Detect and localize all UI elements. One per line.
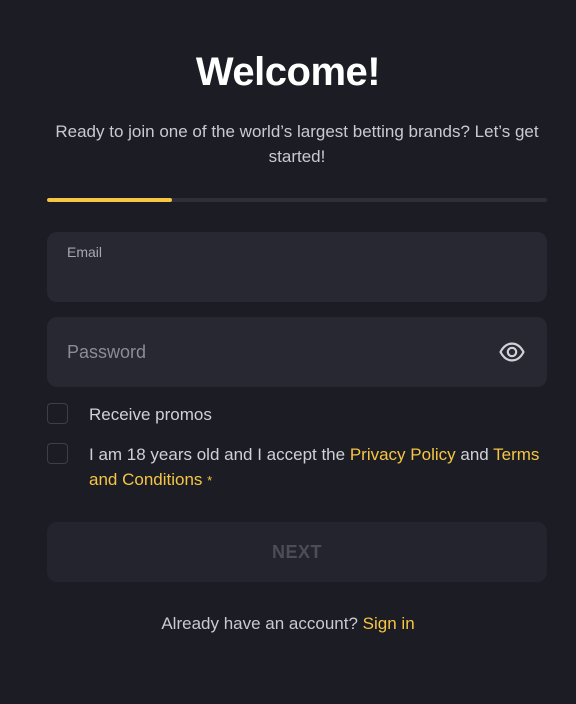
signin-link[interactable]: Sign in: [363, 614, 415, 633]
required-mark: *: [207, 473, 213, 488]
email-label: Email: [67, 244, 103, 260]
progress-bar: [47, 198, 547, 202]
progress-bar-fill: [47, 198, 172, 202]
signin-prompt: Already have an account? Sign in: [0, 614, 576, 634]
page-title: Welcome!: [195, 50, 381, 94]
privacy-policy-link[interactable]: Privacy Policy: [350, 445, 456, 464]
email-input[interactable]: [67, 266, 487, 290]
promos-row: Receive promos: [47, 403, 546, 427]
email-field[interactable]: Email: [47, 232, 547, 302]
page-subtitle: Ready to join one of the world’s largest…: [55, 122, 539, 166]
eye-icon[interactable]: [499, 340, 525, 364]
terms-and-text: and: [455, 445, 494, 464]
signup-page: Welcome! Ready to join one of the world’…: [0, 0, 576, 704]
next-button[interactable]: NEXT: [47, 522, 547, 582]
terms-checkbox[interactable]: [47, 443, 68, 464]
promos-label[interactable]: Receive promos: [89, 402, 212, 427]
password-input[interactable]: [67, 339, 487, 365]
terms-label: I am 18 years old and I accept the Priva…: [89, 442, 546, 493]
terms-prefix: I am 18 years old and I accept the: [89, 445, 350, 464]
terms-row: I am 18 years old and I accept the Priva…: [47, 443, 546, 493]
promos-checkbox[interactable]: [47, 403, 68, 424]
signin-prompt-text: Already have an account?: [161, 614, 358, 633]
password-field[interactable]: [47, 317, 547, 387]
